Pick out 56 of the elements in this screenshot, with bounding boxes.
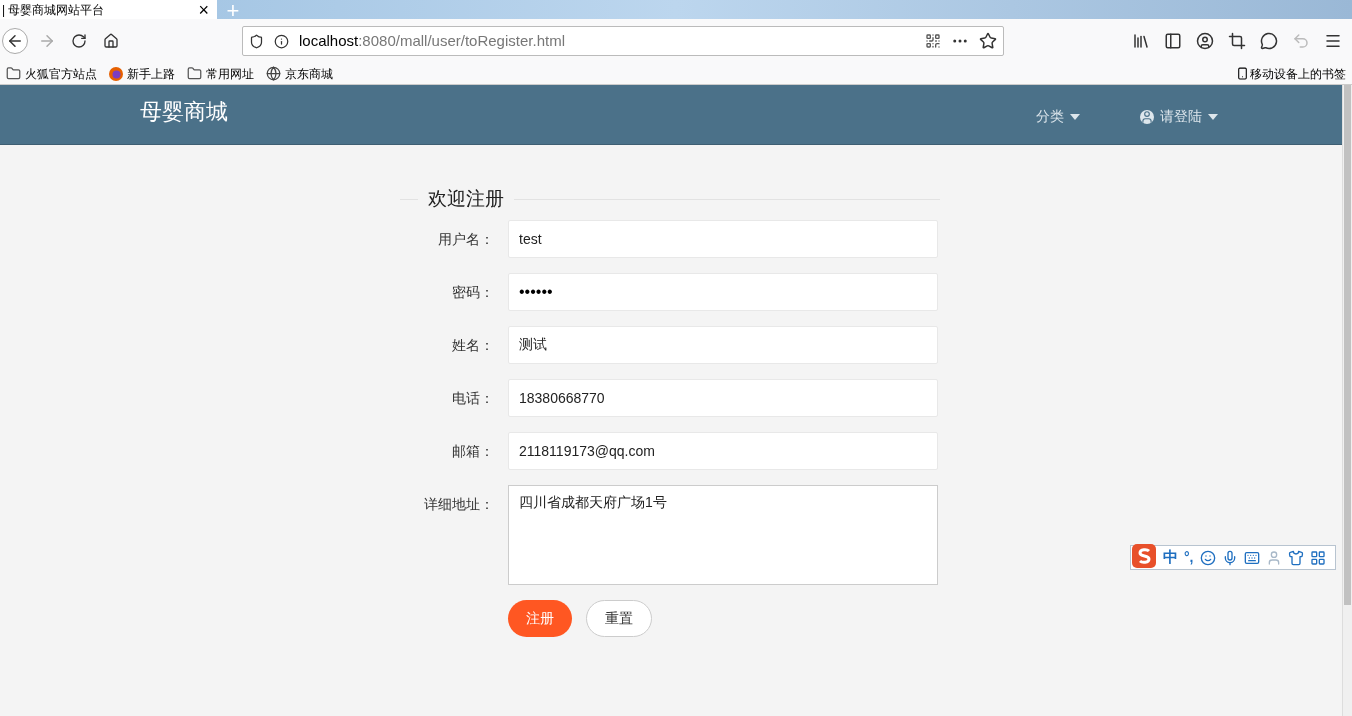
- address-textarea[interactable]: 四川省成都天府广场1号: [508, 485, 938, 585]
- chat-icon[interactable]: [1260, 32, 1278, 50]
- nav-dropdown[interactable]: 请登陆: [1140, 106, 1218, 127]
- caret-icon: [1208, 113, 1218, 120]
- field-label: 用户名：: [437, 230, 494, 249]
- password-field[interactable]: ••••••: [508, 273, 938, 311]
- keyboard-icon[interactable]: [1243, 549, 1260, 566]
- home-icon: [103, 33, 119, 49]
- field-label: 姓名：: [451, 336, 494, 355]
- bookmark-link[interactable]: 常用网址: [187, 64, 254, 83]
- shield-icon: [249, 33, 264, 49]
- bookmark-link[interactable]: 火狐官方站点: [6, 64, 97, 83]
- tab-title: | 母婴商城网站平台: [2, 1, 105, 19]
- grid-icon[interactable]: [1309, 549, 1326, 566]
- globe-icon: [266, 66, 281, 81]
- crop-icon[interactable]: [1228, 32, 1246, 50]
- site-brand[interactable]: 母婴商城: [140, 95, 228, 128]
- input-field[interactable]: 18380668770: [508, 379, 938, 417]
- shirt-icon[interactable]: [1287, 549, 1304, 566]
- smiley-icon[interactable]: [1199, 549, 1216, 566]
- sidebar-icon[interactable]: [1164, 32, 1182, 50]
- qr-code-icon[interactable]: [925, 33, 941, 49]
- folder-icon: [6, 66, 21, 81]
- menu-icon[interactable]: [1324, 32, 1342, 50]
- back-button[interactable]: [2, 28, 28, 54]
- mobile-bookmarks-link[interactable]: 移动设备上的书签: [1236, 64, 1346, 83]
- forward-arrow-icon: [38, 32, 56, 50]
- close-tab-button[interactable]: ×: [198, 0, 209, 19]
- input-field[interactable]: 测试: [508, 326, 938, 364]
- reset-button[interactable]: 重置: [586, 600, 652, 637]
- caret-icon: [1070, 113, 1080, 120]
- info-icon: [274, 33, 289, 49]
- address-bar[interactable]: localhost:8080/mall/user/toRegister.html: [242, 26, 1004, 56]
- bookmark-link[interactable]: 京东商城: [266, 64, 333, 83]
- form-title: 欢迎注册: [428, 186, 504, 211]
- field-label: 邮箱：: [451, 442, 494, 461]
- account-icon[interactable]: [1196, 32, 1214, 50]
- field-label: 详细地址：: [423, 495, 494, 514]
- field-label: 密码：: [451, 283, 494, 302]
- bookmark-link[interactable]: 新手上路: [109, 64, 175, 83]
- library-icon[interactable]: [1132, 32, 1150, 50]
- folder-icon: [187, 66, 202, 81]
- phone-icon: [1236, 67, 1249, 80]
- reload-icon: [71, 33, 87, 49]
- scrollbar[interactable]: [1342, 85, 1352, 716]
- url-text: localhost:8080/mall/user/toRegister.html: [299, 30, 565, 51]
- browser-tab[interactable]: | 母婴商城网站平台 ×: [0, 0, 217, 19]
- field-label: 电话：: [451, 389, 494, 408]
- browser-logo-icon: [109, 66, 123, 81]
- input-field[interactable]: 2118119173@qq.com: [508, 432, 938, 470]
- nav-dropdown[interactable]: 分类: [1036, 106, 1080, 127]
- bookmark-star-icon[interactable]: [979, 32, 997, 50]
- user-icon: [1140, 109, 1154, 124]
- ime-mode[interactable]: 中: [1163, 546, 1178, 569]
- ime-punctuation[interactable]: °,: [1184, 547, 1194, 568]
- input-field[interactable]: test: [508, 220, 938, 258]
